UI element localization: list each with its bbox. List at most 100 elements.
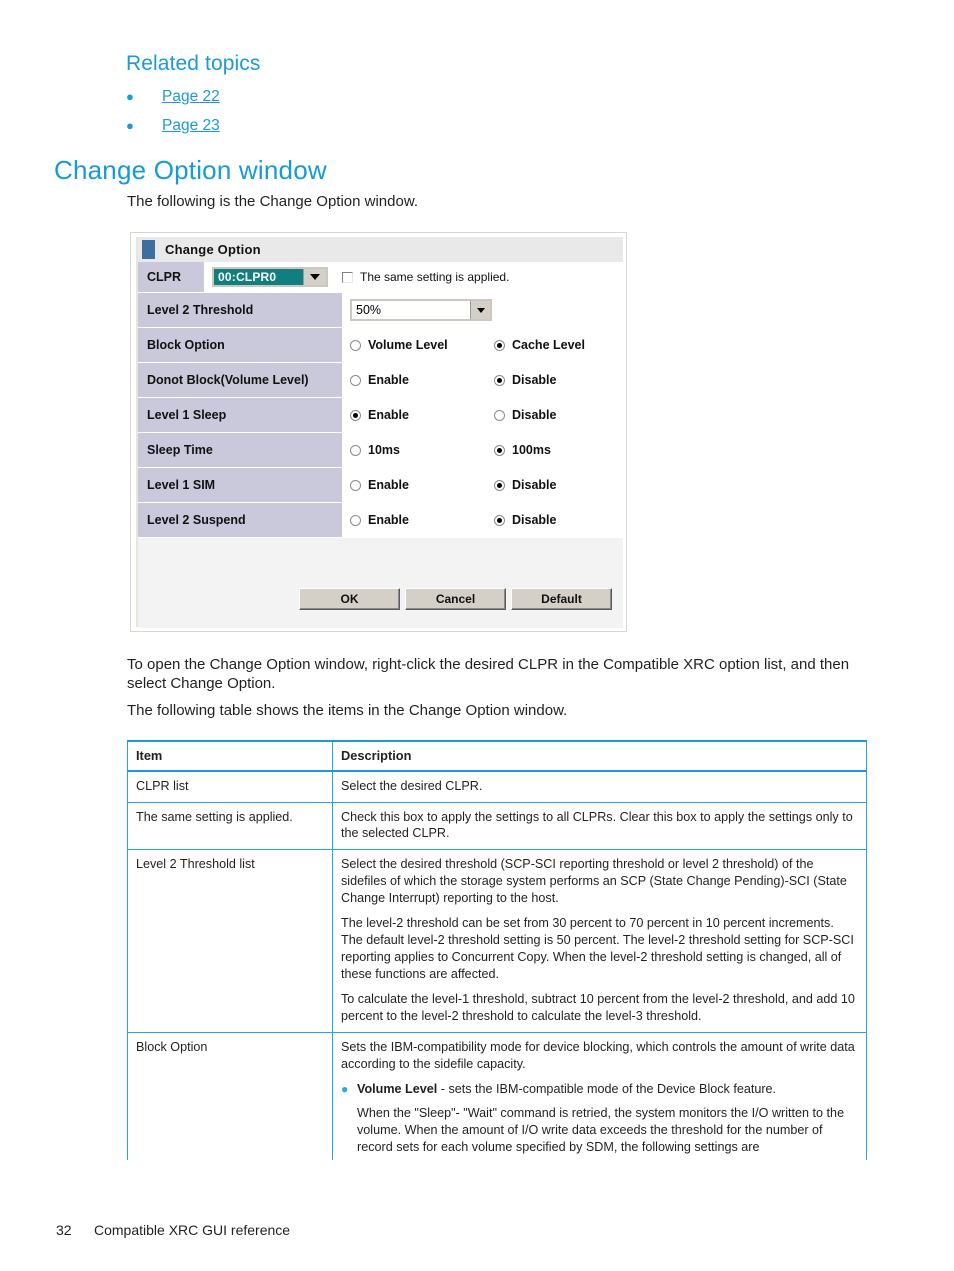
- clpr-label: CLPR: [138, 262, 204, 292]
- form-row-clpr: CLPR 00:CLPR0 The same setting is applie…: [138, 262, 623, 292]
- radio-label: 10ms: [368, 443, 400, 457]
- donot-block-field: Enable Disable: [342, 363, 623, 397]
- radio-icon[interactable]: [350, 479, 361, 491]
- radio-label: Disable: [512, 478, 557, 492]
- related-link-page-22[interactable]: Page 22: [162, 88, 220, 106]
- radio-label: Enable: [368, 373, 409, 387]
- section-intro-text: The following is the Change Option windo…: [127, 193, 419, 210]
- related-link-page-23[interactable]: Page 23: [162, 117, 220, 135]
- clpr-dropdown-value: 00:CLPR0: [214, 269, 303, 285]
- radio-block-option-volume-level[interactable]: Volume Level: [350, 338, 494, 352]
- level1-sim-label: Level 1 SIM: [138, 468, 342, 502]
- list-item: ● Page 22: [126, 88, 526, 117]
- cell-sub-paragraph: When the "Sleep"- "Wait" command is retr…: [357, 1106, 845, 1154]
- form-row-level2-threshold: Level 2 Threshold 50%: [138, 293, 623, 327]
- table-cell-description: Sets the IBM-compatibility mode for devi…: [332, 1032, 867, 1164]
- table-cell-item: Block Option: [127, 1032, 333, 1164]
- page-title: Change Option window: [54, 155, 327, 185]
- radio-sleep-time-100ms[interactable]: 100ms: [494, 443, 551, 457]
- radio-icon-selected[interactable]: [494, 514, 505, 526]
- cell-paragraph: Select the desired threshold (SCP-SCI re…: [341, 857, 847, 905]
- ok-button[interactable]: OK: [299, 588, 400, 610]
- radio-level1-sleep-disable[interactable]: Disable: [494, 408, 556, 422]
- radio-icon[interactable]: [350, 339, 361, 351]
- radio-icon[interactable]: [350, 514, 361, 526]
- cell-bullet-term: Volume Level: [357, 1082, 438, 1097]
- radio-level2-suspend-enable[interactable]: Enable: [350, 513, 494, 527]
- cancel-button[interactable]: Cancel: [405, 588, 506, 610]
- radio-icon-selected[interactable]: [494, 339, 505, 351]
- radio-block-option-cache-level[interactable]: Cache Level: [494, 338, 585, 352]
- footer-page-number: 32: [56, 1222, 72, 1238]
- radio-sleep-time-10ms[interactable]: 10ms: [350, 443, 494, 457]
- dialog-titlebar: Change Option: [138, 237, 623, 262]
- chevron-down-icon[interactable]: [303, 269, 326, 285]
- default-button[interactable]: Default: [511, 588, 612, 610]
- level2-suspend-label: Level 2 Suspend: [138, 503, 342, 537]
- level2-threshold-value: 50%: [356, 303, 382, 317]
- checkbox-icon[interactable]: [342, 271, 353, 283]
- table-cell-description: Select the desired threshold (SCP-SCI re…: [332, 849, 867, 1033]
- level2-threshold-label: Level 2 Threshold: [138, 293, 342, 327]
- table-row: CLPR list Select the desired CLPR.: [127, 771, 867, 803]
- cell-bullet-item: ● Volume Level - sets the IBM-compatible…: [341, 1081, 858, 1098]
- cell-paragraph: The level-2 threshold can be set from 30…: [341, 916, 854, 981]
- form-row-block-option: Block Option Volume Level Cache Level: [138, 328, 623, 362]
- chevron-down-icon[interactable]: [470, 301, 490, 319]
- form-row-level2-suspend: Level 2 Suspend Enable Disable: [138, 503, 623, 537]
- level2-threshold-dropdown[interactable]: 50%: [350, 299, 492, 321]
- radio-icon[interactable]: [350, 374, 361, 386]
- dialog-button-bar: OK Cancel Default: [138, 582, 623, 628]
- table-header-row: Item Description: [127, 739, 867, 773]
- form-row-sleep-time: Sleep Time 10ms 100ms: [138, 433, 623, 467]
- cell-paragraph: To calculate the level-1 threshold, subt…: [341, 992, 855, 1024]
- table-cell-item: CLPR list: [127, 771, 333, 803]
- radio-level1-sim-enable[interactable]: Enable: [350, 478, 494, 492]
- same-setting-checkbox-wrap[interactable]: The same setting is applied.: [342, 270, 509, 284]
- radio-label: Volume Level: [368, 338, 448, 352]
- level2-suspend-field: Enable Disable: [342, 503, 623, 537]
- donot-block-label: Donot Block(Volume Level): [138, 363, 342, 397]
- radio-icon[interactable]: [350, 444, 361, 456]
- block-option-label: Block Option: [138, 328, 342, 362]
- list-item: ● Page 23: [126, 117, 526, 146]
- radio-donot-block-enable[interactable]: Enable: [350, 373, 494, 387]
- radio-icon[interactable]: [494, 409, 505, 421]
- form-row-donot-block: Donot Block(Volume Level) Enable Disable: [138, 363, 623, 397]
- radio-icon-selected[interactable]: [494, 479, 505, 491]
- dialog-spacer: [138, 538, 623, 582]
- table-cell-description: Select the desired CLPR.: [332, 771, 867, 803]
- dialog-frame: Change Option CLPR 00:CLPR0 The same set…: [136, 237, 623, 628]
- block-option-field: Volume Level Cache Level: [342, 328, 623, 362]
- window-icon: [142, 240, 155, 259]
- radio-label: Disable: [512, 513, 557, 527]
- level1-sleep-field: Enable Disable: [342, 398, 623, 432]
- radio-donot-block-disable[interactable]: Disable: [494, 373, 556, 387]
- radio-level1-sim-disable[interactable]: Disable: [494, 478, 556, 492]
- bullet-icon: ●: [126, 118, 134, 133]
- page-footer: 32 Compatible XRC GUI reference: [56, 1222, 290, 1238]
- table-header-description: Description: [332, 739, 867, 773]
- radio-icon-selected[interactable]: [494, 444, 505, 456]
- radio-icon-selected[interactable]: [494, 374, 505, 386]
- bullet-icon: ●: [341, 1082, 349, 1097]
- cell-bullet-rest: - sets the IBM-compatible mode of the De…: [437, 1082, 777, 1097]
- instruction-paragraph: To open the Change Option window, right-…: [127, 656, 850, 693]
- clpr-field: 00:CLPR0 The same setting is applied.: [204, 262, 623, 292]
- radio-label: Enable: [368, 408, 409, 422]
- radio-icon-selected[interactable]: [350, 409, 361, 421]
- table-row: Level 2 Threshold list Select the desire…: [127, 849, 867, 1033]
- level1-sleep-label: Level 1 Sleep: [138, 398, 342, 432]
- table-cell-item: Level 2 Threshold list: [127, 849, 333, 1033]
- clpr-dropdown[interactable]: 00:CLPR0: [212, 267, 328, 287]
- sleep-time-field: 10ms 100ms: [342, 433, 623, 467]
- radio-level1-sleep-enable[interactable]: Enable: [350, 408, 494, 422]
- level1-sim-field: Enable Disable: [342, 468, 623, 502]
- bullet-icon: ●: [126, 89, 134, 104]
- cell-paragraph: Check this box to apply the settings to …: [341, 809, 853, 841]
- page-break-mask: [0, 1160, 954, 1200]
- dialog-form: CLPR 00:CLPR0 The same setting is applie…: [138, 262, 623, 537]
- cell-paragraph: Sets the IBM-compatibility mode for devi…: [341, 1039, 855, 1071]
- table-cell-description: Check this box to apply the settings to …: [332, 802, 867, 851]
- radio-level2-suspend-disable[interactable]: Disable: [494, 513, 556, 527]
